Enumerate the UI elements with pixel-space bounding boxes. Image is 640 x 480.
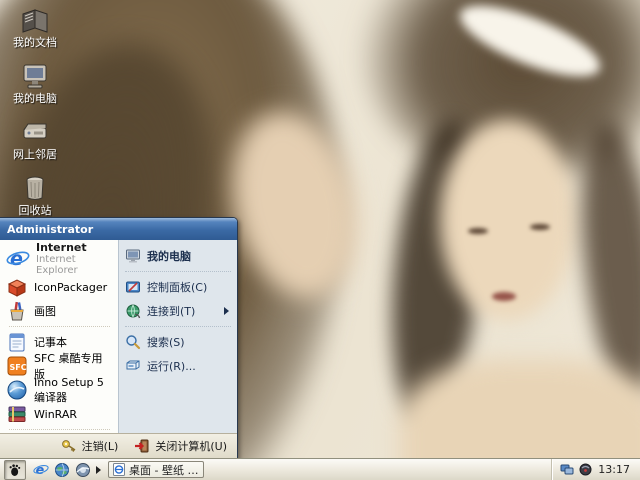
desktop-icon-network-places[interactable]: 网上邻居 — [6, 118, 64, 161]
start-menu-footer: 注销(L) 关闭计算机(U) — [0, 433, 237, 458]
menu-item-winrar[interactable]: WinRAR — [3, 402, 116, 426]
wallpaper-shape — [492, 292, 516, 301]
menu-item-control-panel[interactable]: 控制面板(C) — [121, 275, 235, 299]
control-panel-icon — [125, 279, 141, 295]
taskbar-window-button[interactable]: 桌面 - 壁纸 - 桌酷... — [108, 461, 204, 478]
notepad-icon — [6, 331, 28, 353]
menu-item-label: Inno Setup 5 编译器 — [34, 375, 104, 404]
start-menu-right-column: 我的电脑 控制面板(C) 连接到(T) 搜索(S) 运行(R)... — [118, 240, 237, 433]
menu-item-internet-text: Internet Internet Explorer — [36, 241, 113, 277]
menu-item-label: 控制面板(C) — [147, 281, 208, 294]
svg-text:e: e — [36, 462, 45, 477]
menu-item-inno-setup[interactable]: Inno Setup 5 编译器 — [3, 375, 116, 404]
desktop-icon-label: 网上邻居 — [13, 148, 57, 161]
menu-item-label: 搜索(S) — [147, 336, 185, 349]
menu-item-label: 运行(R)... — [147, 360, 196, 373]
internet-explorer-quicklaunch-icon[interactable]: e — [33, 462, 49, 478]
quick-launch-bar: e — [30, 462, 104, 478]
menu-item-label: WinRAR — [34, 407, 78, 421]
start-menu-left-column: e Internet Internet Explorer IconPackage… — [0, 240, 118, 452]
media-player-quicklaunch-icon[interactable] — [75, 462, 91, 478]
quick-launch-expand-icon[interactable] — [96, 465, 101, 474]
globe-quicklaunch-icon[interactable] — [54, 462, 70, 478]
menu-item-label: 连接到(T) — [147, 305, 196, 318]
start-button[interactable] — [4, 459, 26, 480]
submenu-arrow-icon — [224, 307, 229, 315]
ie-page-icon — [113, 463, 125, 476]
my-computer-icon — [125, 248, 141, 264]
menu-item-my-computer[interactable]: 我的电脑 — [121, 244, 235, 268]
network-places-icon — [20, 118, 50, 146]
recycle-bin-icon — [20, 174, 50, 202]
menu-item-iconpackager[interactable]: IconPackager — [3, 275, 116, 299]
menu-item-paint[interactable]: 画图 — [3, 299, 116, 323]
turn-off-label: 关闭计算机(U) — [155, 440, 227, 453]
menu-separator — [9, 429, 110, 430]
my-computer-icon — [20, 62, 50, 90]
desktop-icon-label: 我的电脑 — [13, 92, 57, 105]
iconpackager-icon — [6, 276, 28, 298]
start-menu: Administrator e Internet Internet Explor… — [0, 217, 238, 459]
desktop-icon-my-computer[interactable]: 我的电脑 — [6, 62, 64, 105]
log-off-icon — [61, 438, 77, 454]
search-icon — [125, 334, 141, 350]
taskbar-clock[interactable]: 13:17 — [598, 463, 632, 476]
menu-item-label: 记事本 — [34, 336, 67, 349]
connect-to-icon — [125, 303, 141, 319]
menu-item-connect-to[interactable]: 连接到(T) — [121, 299, 235, 323]
foot-logo-icon — [8, 463, 22, 477]
desktop-icon-label: 回收站 — [18, 204, 52, 217]
start-menu-header: Administrator — [0, 218, 237, 240]
turn-off-computer-button[interactable]: 关闭计算机(U) — [134, 438, 227, 454]
desktop-icon-list: 我的文档 我的电脑 网上邻居 回收站 — [6, 6, 64, 230]
system-tray: 13:17 — [551, 459, 636, 480]
svg-text:e: e — [10, 248, 23, 270]
menu-separator — [125, 326, 231, 327]
run-icon — [125, 358, 141, 374]
menu-item-title: Internet — [36, 241, 87, 254]
menu-item-sfc[interactable]: SFC SFC 桌酷专用版 — [3, 352, 116, 381]
svg-text:SFC: SFC — [10, 363, 27, 372]
user-name: Administrator — [7, 222, 94, 236]
my-documents-icon — [20, 6, 50, 34]
desktop-icon-recycle-bin[interactable]: 回收站 — [6, 174, 64, 217]
menu-separator — [125, 271, 231, 272]
menu-item-internet[interactable]: e Internet Internet Explorer — [3, 241, 116, 277]
paint-icon — [6, 300, 28, 322]
turn-off-icon — [134, 438, 150, 454]
wallpaper-shape — [440, 120, 575, 320]
utility-tray-icon[interactable] — [579, 463, 593, 477]
taskbar-window-label: 桌面 - 壁纸 - 桌酷... — [129, 463, 199, 477]
start-menu-body: e Internet Internet Explorer IconPackage… — [0, 240, 237, 452]
log-off-label: 注销(L) — [81, 440, 119, 453]
menu-item-label: 我的电脑 — [147, 250, 191, 263]
log-off-button[interactable]: 注销(L) — [61, 438, 119, 454]
winrar-icon — [6, 403, 28, 425]
desktop-icon-my-documents[interactable]: 我的文档 — [6, 6, 64, 49]
wallpaper-shape — [530, 224, 550, 230]
wallpaper-shape — [468, 228, 488, 234]
desktop-icon-label: 我的文档 — [13, 36, 57, 49]
menu-item-label: 画图 — [34, 305, 56, 318]
sfc-icon: SFC — [6, 355, 28, 377]
menu-separator — [9, 326, 110, 327]
menu-item-label: IconPackager — [34, 280, 108, 294]
internet-explorer-icon: e — [6, 247, 30, 271]
taskbar: e 桌面 - 壁纸 - 桌酷... 13:17 — [0, 458, 640, 480]
menu-item-run[interactable]: 运行(R)... — [121, 354, 235, 378]
menu-item-subtitle: Internet Explorer — [36, 254, 78, 276]
menu-item-search[interactable]: 搜索(S) — [121, 330, 235, 354]
network-tray-icon[interactable] — [560, 463, 574, 477]
inno-setup-icon — [6, 379, 28, 401]
desktop-screen: 我的文档 我的电脑 网上邻居 回收站 Administrator e Inter… — [0, 0, 640, 480]
